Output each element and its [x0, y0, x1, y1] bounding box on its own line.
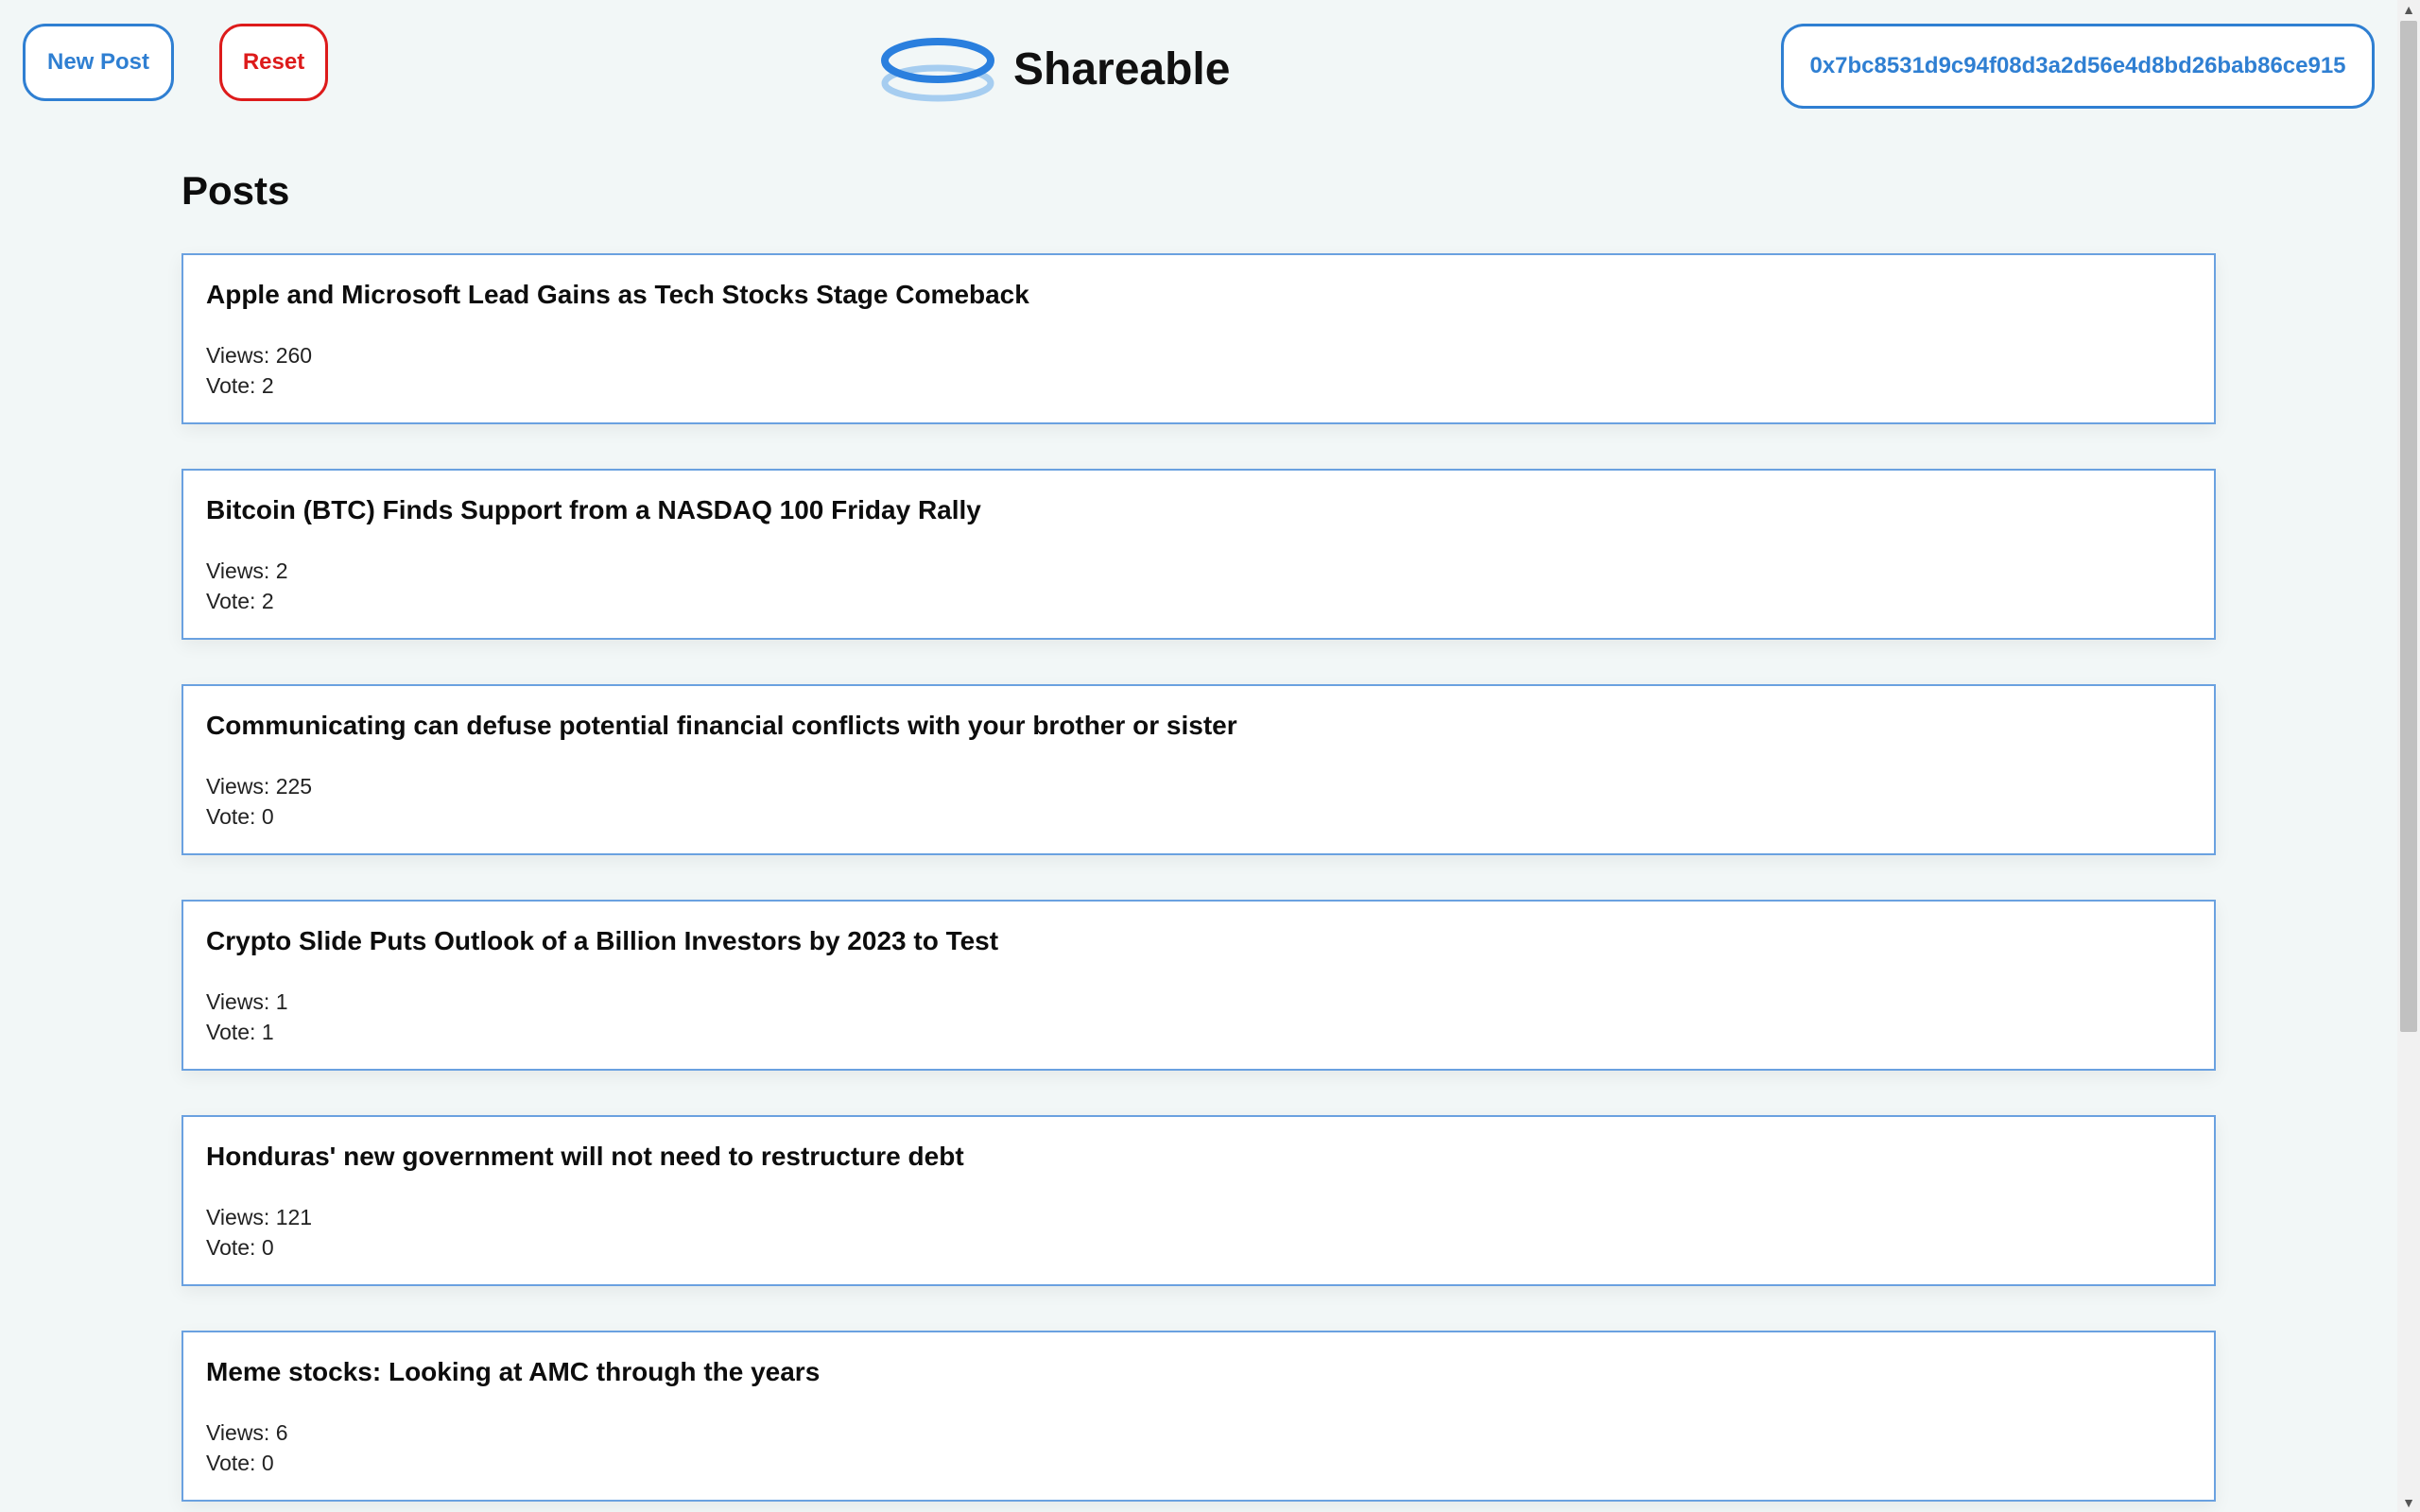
post-vote: Vote: 0 — [206, 1451, 274, 1475]
post-title: Crypto Slide Puts Outlook of a Billion I… — [206, 926, 999, 955]
post-views: Views: 2 — [206, 558, 288, 583]
post-card[interactable]: Meme stocks: Looking at AMC through the … — [182, 1331, 2216, 1502]
post-card[interactable]: Crypto Slide Puts Outlook of a Billion I… — [182, 900, 2216, 1071]
post-views: Views: 121 — [206, 1205, 313, 1229]
scrollbar-thumb[interactable] — [2400, 21, 2417, 1032]
post-vote: Vote: 0 — [206, 804, 274, 829]
post-title: Communicating can defuse potential finan… — [206, 711, 1237, 740]
brand: Shareable — [879, 34, 1230, 104]
post-views: Views: 1 — [206, 989, 288, 1014]
post-card[interactable]: Apple and Microsoft Lead Gains as Tech S… — [182, 253, 2216, 424]
post-title: Bitcoin (BTC) Finds Support from a NASDA… — [206, 495, 981, 524]
post-title: Honduras' new government will not need t… — [206, 1142, 964, 1171]
post-views: Views: 6 — [206, 1420, 288, 1445]
post-views: Views: 260 — [206, 343, 313, 368]
brand-name: Shareable — [1013, 43, 1231, 94]
new-post-button[interactable]: New Post — [23, 24, 174, 101]
post-card[interactable]: Bitcoin (BTC) Finds Support from a NASDA… — [182, 469, 2216, 640]
post-vote: Vote: 2 — [206, 373, 274, 398]
post-vote: Vote: 0 — [206, 1235, 274, 1260]
post-views: Views: 225 — [206, 774, 313, 799]
app-page: New Post Reset Shareable 0x7bc8531d9c94f… — [0, 0, 2420, 1512]
post-card[interactable]: Honduras' new government will not need t… — [182, 1115, 2216, 1286]
wallet-address-button[interactable]: 0x7bc8531d9c94f08d3a2d56e4d8bd26bab86ce9… — [1781, 24, 2375, 109]
post-vote: Vote: 1 — [206, 1020, 274, 1044]
scroll-up-icon[interactable]: ▲ — [2397, 0, 2420, 19]
scroll-down-icon[interactable]: ▼ — [2397, 1493, 2420, 1512]
page-title: Posts — [182, 168, 290, 213]
vertical-scrollbar[interactable]: ▲ ▼ — [2397, 0, 2420, 1512]
post-vote: Vote: 2 — [206, 589, 274, 613]
post-list: Apple and Microsoft Lead Gains as Tech S… — [182, 253, 2216, 1512]
post-card[interactable]: Communicating can defuse potential finan… — [182, 684, 2216, 855]
post-title: Apple and Microsoft Lead Gains as Tech S… — [206, 280, 1029, 309]
ring-logo-icon — [881, 38, 994, 102]
post-title: Meme stocks: Looking at AMC through the … — [206, 1357, 821, 1386]
reset-button[interactable]: Reset — [219, 24, 328, 101]
